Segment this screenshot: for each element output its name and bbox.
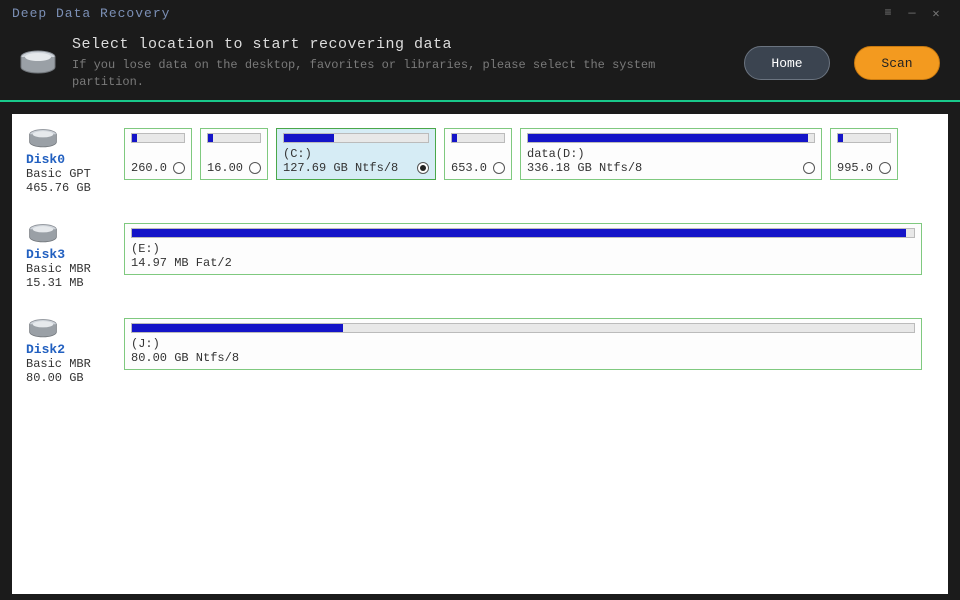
usage-fill bbox=[284, 134, 334, 142]
partition-size-label: 80.00 GB Ntfs/8 bbox=[131, 351, 915, 365]
page-title: Select location to start recovering data bbox=[72, 36, 730, 53]
disk-row: Disk2 Basic MBR 80.00 GB (J:) 80.00 GB N… bbox=[26, 318, 934, 385]
header: Select location to start recovering data… bbox=[0, 26, 960, 100]
partition-info: 14.97 MB Fat/2 bbox=[131, 256, 915, 270]
usage-bar bbox=[527, 133, 815, 143]
scan-button[interactable]: Scan bbox=[854, 46, 940, 80]
disk-type: Basic GPT bbox=[26, 167, 116, 181]
partition-radio[interactable] bbox=[249, 162, 261, 174]
partition-size-label: 995.00 . bbox=[837, 161, 873, 175]
divider bbox=[0, 100, 960, 102]
app-title: Deep Data Recovery bbox=[12, 6, 170, 21]
home-button[interactable]: Home bbox=[744, 46, 830, 80]
partition-letter bbox=[131, 147, 185, 161]
partition[interactable]: 653.00 . bbox=[444, 128, 512, 180]
disk-row: Disk0 Basic GPT 465.76 GB 260.00 . 16.00… bbox=[26, 128, 934, 195]
partition-radio[interactable] bbox=[803, 162, 815, 174]
usage-fill bbox=[132, 229, 906, 237]
partition[interactable]: 995.00 . bbox=[830, 128, 898, 180]
disk-name: Disk2 bbox=[26, 342, 116, 357]
usage-fill bbox=[838, 134, 843, 142]
partition-info: 80.00 GB Ntfs/8 bbox=[131, 351, 915, 365]
usage-bar bbox=[207, 133, 261, 143]
disk-size: 15.31 MB bbox=[26, 276, 116, 290]
disk-size: 80.00 GB bbox=[26, 371, 116, 385]
partition-info: 995.00 . bbox=[837, 161, 891, 175]
partition-radio[interactable] bbox=[417, 162, 429, 174]
disk-type: Basic MBR bbox=[26, 262, 116, 276]
partition[interactable]: (E:) 14.97 MB Fat/2 bbox=[124, 223, 922, 275]
partition-letter bbox=[837, 147, 891, 161]
disk-row: Disk3 Basic MBR 15.31 MB (E:) 14.97 MB F… bbox=[26, 223, 934, 290]
menu-icon[interactable]: ≡ bbox=[876, 6, 900, 20]
partition-radio[interactable] bbox=[879, 162, 891, 174]
usage-bar bbox=[131, 323, 915, 333]
usage-bar bbox=[451, 133, 505, 143]
disk-icon bbox=[26, 223, 116, 245]
partition-letter: (E:) bbox=[131, 242, 915, 256]
usage-fill bbox=[132, 324, 343, 332]
partition-size-label: 16.00 M. bbox=[207, 161, 243, 175]
disk-size: 465.76 GB bbox=[26, 181, 116, 195]
partition-letter: (C:) bbox=[283, 147, 429, 161]
partition-info: 260.00 . bbox=[131, 161, 185, 175]
partition-info: 336.18 GB Ntfs/8 bbox=[527, 161, 815, 175]
partition-letter bbox=[451, 147, 505, 161]
partition-list: (E:) 14.97 MB Fat/2 bbox=[124, 223, 934, 275]
usage-fill bbox=[208, 134, 213, 142]
partition[interactable]: data(D:) 336.18 GB Ntfs/8 bbox=[520, 128, 822, 180]
disk-header: Disk3 Basic MBR 15.31 MB bbox=[26, 223, 116, 290]
minimize-icon[interactable]: — bbox=[900, 6, 924, 20]
usage-fill bbox=[528, 134, 808, 142]
partition[interactable]: (C:) 127.69 GB Ntfs/8 bbox=[276, 128, 436, 180]
partition-radio[interactable] bbox=[493, 162, 505, 174]
disk-header: Disk0 Basic GPT 465.76 GB bbox=[26, 128, 116, 195]
content-area: Disk0 Basic GPT 465.76 GB 260.00 . 16.00… bbox=[12, 114, 948, 594]
partition[interactable]: 260.00 . bbox=[124, 128, 192, 180]
disk-type: Basic MBR bbox=[26, 357, 116, 371]
usage-bar bbox=[131, 133, 185, 143]
header-text: Select location to start recovering data… bbox=[72, 36, 730, 89]
partition-info: 653.00 . bbox=[451, 161, 505, 175]
partition-size-label: 336.18 GB Ntfs/8 bbox=[527, 161, 797, 175]
disk-icon bbox=[26, 128, 116, 150]
partition-info: 127.69 GB Ntfs/8 bbox=[283, 161, 429, 175]
usage-bar bbox=[283, 133, 429, 143]
partition[interactable]: (J:) 80.00 GB Ntfs/8 bbox=[124, 318, 922, 370]
partition-size-label: 14.97 MB Fat/2 bbox=[131, 256, 915, 270]
close-icon[interactable]: ✕ bbox=[924, 6, 948, 21]
usage-fill bbox=[132, 134, 137, 142]
partition-letter: data(D:) bbox=[527, 147, 815, 161]
partition-list: (J:) 80.00 GB Ntfs/8 bbox=[124, 318, 934, 370]
disk-name: Disk3 bbox=[26, 247, 116, 262]
partition-letter bbox=[207, 147, 261, 161]
partition-radio[interactable] bbox=[173, 162, 185, 174]
partition-list: 260.00 . 16.00 M. (C:) 127.69 GB Ntfs/8 bbox=[124, 128, 934, 180]
partition-info: 16.00 M. bbox=[207, 161, 261, 175]
disk-name: Disk0 bbox=[26, 152, 116, 167]
usage-fill bbox=[452, 134, 457, 142]
disk-header: Disk2 Basic MBR 80.00 GB bbox=[26, 318, 116, 385]
usage-bar bbox=[131, 228, 915, 238]
disk-icon bbox=[26, 318, 116, 340]
usage-bar bbox=[837, 133, 891, 143]
partition-letter: (J:) bbox=[131, 337, 915, 351]
partition-size-label: 653.00 . bbox=[451, 161, 487, 175]
partition-size-label: 127.69 GB Ntfs/8 bbox=[283, 161, 411, 175]
partition-size-label: 260.00 . bbox=[131, 161, 167, 175]
page-subtitle: If you lose data on the desktop, favorit… bbox=[72, 57, 730, 89]
titlebar: Deep Data Recovery ≡ — ✕ bbox=[0, 0, 960, 26]
drive-icon bbox=[18, 49, 58, 77]
partition[interactable]: 16.00 M. bbox=[200, 128, 268, 180]
